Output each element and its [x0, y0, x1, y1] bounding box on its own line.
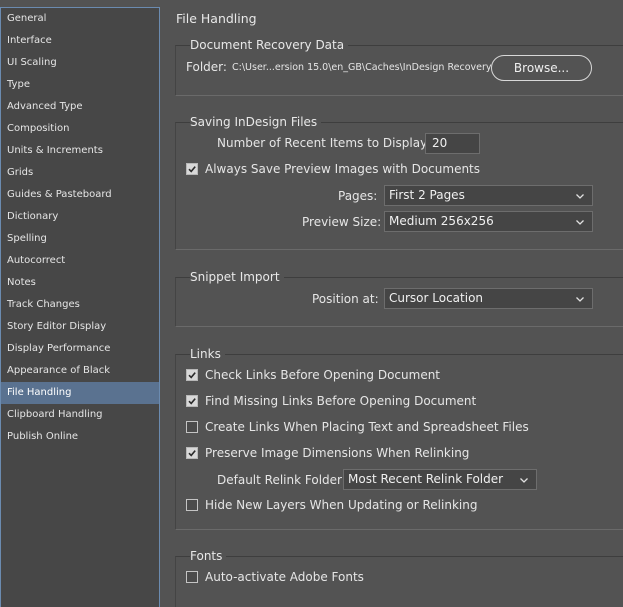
relink-folder-dropdown[interactable]: Most Recent Relink Folder: [343, 469, 537, 490]
checkmark-icon: [188, 372, 196, 379]
sidebar-item-units-increments[interactable]: Units & Increments: [1, 140, 159, 162]
checkmark-icon: [188, 450, 196, 457]
preserve-dimensions-label: Preserve Image Dimensions When Relinking: [205, 446, 470, 460]
check-links-checkbox[interactable]: [186, 369, 198, 381]
check-links-label: Check Links Before Opening Document: [205, 368, 441, 382]
auto-activate-fonts-checkbox[interactable]: [186, 571, 198, 583]
sidebar-item-appearance-of-black[interactable]: Appearance of Black: [1, 360, 159, 382]
links-group-title: Links: [190, 347, 225, 361]
hide-layers-checkbox[interactable]: [186, 499, 198, 511]
pages-dropdown[interactable]: First 2 Pages: [384, 185, 593, 206]
find-missing-links-row[interactable]: Find Missing Links Before Opening Docume…: [186, 394, 476, 408]
chevron-down-icon: [576, 194, 584, 199]
pages-label: Pages:: [338, 189, 378, 203]
sidebar-item-clipboard-handling[interactable]: Clipboard Handling: [1, 404, 159, 426]
folder-path: C:\User...ersion 15.0\en_GB\Caches\InDes…: [232, 62, 492, 73]
position-at-label: Position at:: [312, 292, 379, 306]
hide-layers-row[interactable]: Hide New Layers When Updating or Relinki…: [186, 498, 477, 512]
auto-activate-fonts-row[interactable]: Auto-activate Adobe Fonts: [186, 570, 364, 584]
relink-folder-dropdown-value: Most Recent Relink Folder: [348, 472, 504, 486]
create-links-row[interactable]: Create Links When Placing Text and Sprea…: [186, 420, 529, 434]
sidebar-item-spelling[interactable]: Spelling: [1, 228, 159, 250]
browse-button[interactable]: Browse...: [491, 55, 592, 81]
preview-size-dropdown[interactable]: Medium 256x256: [384, 211, 593, 232]
preserve-dimensions-checkbox[interactable]: [186, 447, 198, 459]
sidebar-item-autocorrect[interactable]: Autocorrect: [1, 250, 159, 272]
sidebar-item-publish-online[interactable]: Publish Online: [1, 426, 159, 448]
find-missing-links-label: Find Missing Links Before Opening Docume…: [205, 394, 477, 408]
pages-dropdown-value: First 2 Pages: [389, 188, 465, 202]
preview-images-checkbox[interactable]: [186, 163, 198, 175]
sidebar-item-composition[interactable]: Composition: [1, 118, 159, 140]
checkmark-icon: [188, 398, 196, 405]
sidebar-item-grids[interactable]: Grids: [1, 162, 159, 184]
create-links-checkbox[interactable]: [186, 421, 198, 433]
sidebar-item-track-changes[interactable]: Track Changes: [1, 294, 159, 316]
chevron-down-icon: [576, 220, 584, 225]
preferences-window: General Interface UI Scaling Type Advanc…: [0, 0, 623, 607]
position-at-dropdown[interactable]: Cursor Location: [384, 288, 593, 309]
find-missing-links-checkbox[interactable]: [186, 395, 198, 407]
recent-items-input[interactable]: 20: [425, 133, 480, 154]
preserve-dimensions-row[interactable]: Preserve Image Dimensions When Relinking: [186, 446, 469, 460]
preview-size-dropdown-value: Medium 256x256: [389, 214, 494, 228]
folder-label: Folder:: [186, 60, 227, 74]
saving-group-title: Saving InDesign Files: [190, 115, 322, 129]
sidebar: General Interface UI Scaling Type Advanc…: [0, 7, 160, 607]
recovery-group-title: Document Recovery Data: [190, 38, 349, 52]
auto-activate-fonts-label: Auto-activate Adobe Fonts: [205, 570, 364, 584]
sidebar-item-ui-scaling[interactable]: UI Scaling: [1, 52, 159, 74]
sidebar-item-type[interactable]: Type: [1, 74, 159, 96]
page-title: File Handling: [176, 11, 257, 26]
snippet-group-title: Snippet Import: [190, 270, 284, 284]
sidebar-item-display-performance[interactable]: Display Performance: [1, 338, 159, 360]
checkmark-icon: [188, 166, 196, 173]
relink-folder-label: Default Relink Folder:: [217, 473, 346, 487]
sidebar-item-guides-pasteboard[interactable]: Guides & Pasteboard: [1, 184, 159, 206]
chevron-down-icon: [576, 297, 584, 302]
sidebar-item-notes[interactable]: Notes: [1, 272, 159, 294]
sidebar-item-advanced-type[interactable]: Advanced Type: [1, 96, 159, 118]
sidebar-item-interface[interactable]: Interface: [1, 30, 159, 52]
preview-images-label: Always Save Preview Images with Document…: [205, 162, 481, 176]
position-at-dropdown-value: Cursor Location: [389, 291, 484, 305]
create-links-label: Create Links When Placing Text and Sprea…: [205, 420, 529, 434]
preview-size-label: Preview Size:: [302, 215, 382, 229]
sidebar-item-file-handling[interactable]: File Handling: [1, 382, 159, 404]
sidebar-item-general[interactable]: General: [1, 8, 159, 30]
check-links-row[interactable]: Check Links Before Opening Document: [186, 368, 440, 382]
chevron-down-icon: [520, 478, 528, 483]
recent-items-label: Number of Recent Items to Display:: [217, 136, 431, 150]
preview-images-checkbox-row[interactable]: Always Save Preview Images with Document…: [186, 162, 480, 176]
fonts-group-title: Fonts: [190, 549, 227, 563]
sidebar-item-dictionary[interactable]: Dictionary: [1, 206, 159, 228]
sidebar-item-story-editor-display[interactable]: Story Editor Display: [1, 316, 159, 338]
hide-layers-label: Hide New Layers When Updating or Relinki…: [205, 498, 478, 512]
